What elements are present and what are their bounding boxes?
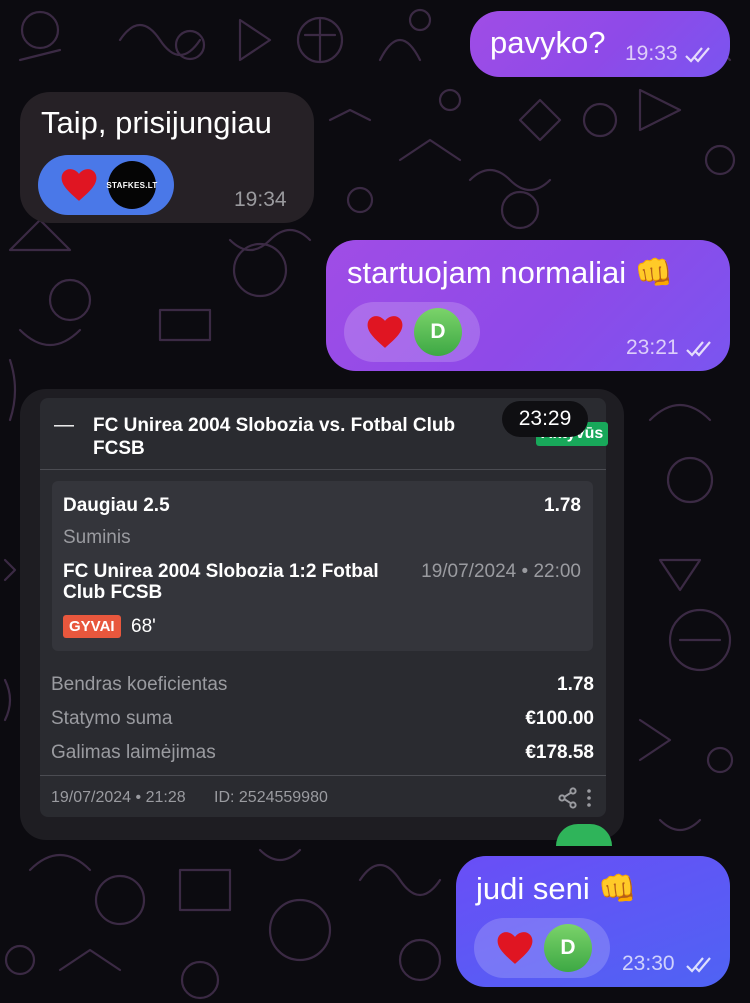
placed-datetime: 19/07/2024 • 21:28 <box>51 789 186 806</box>
stake-value: €100.00 <box>525 708 594 729</box>
event-name-line1: FC Unirea 2004 Slobozia 1:2 Fotbal <box>63 561 379 582</box>
reaction-pill[interactable]: STAFKES.LT <box>38 155 174 215</box>
outgoing-message-2[interactable]: startuojam normaliai 👊 D 23:21 <box>326 240 730 371</box>
total-odds-label: Bendras koeficientas <box>51 674 228 695</box>
outgoing-message-1[interactable]: pavyko? 19:33 <box>470 11 730 77</box>
live-badge: GYVAI <box>63 615 121 638</box>
selection-panel: Daugiau 2.5 1.78 Suminis FC Unirea 2004 … <box>52 481 593 651</box>
heart-reaction-icon <box>61 169 97 201</box>
match-title-line1: FC Unirea 2004 Slobozia vs. Fotbal Club <box>93 415 456 436</box>
potential-win-label: Galimas laimėjimas <box>51 742 216 763</box>
reaction-user-avatar: D <box>544 924 592 972</box>
message-time: 19:33 <box>625 42 678 65</box>
reaction-pill[interactable]: D <box>344 302 480 362</box>
event-datetime: 19/07/2024 • 22:00 <box>421 561 581 582</box>
bet-message-time: 23:29 <box>502 401 588 437</box>
avatar-initial: D <box>560 936 576 959</box>
bet-slip-card: — FC Unirea 2004 Slobozia vs. Fotbal Clu… <box>40 398 609 817</box>
selection-name: Daugiau 2.5 <box>63 495 170 516</box>
event-name-line2: Club FCSB <box>63 582 163 603</box>
incoming-message-1[interactable]: Taip, prisijungiau STAFKES.LT 19:34 <box>20 92 314 223</box>
message-text: judi seni 👊 <box>476 871 637 906</box>
reaction-user-avatar: STAFKES.LT <box>106 161 158 209</box>
collapse-icon[interactable]: — <box>54 414 74 437</box>
divider <box>40 775 606 776</box>
reaction-pill[interactable]: D <box>474 918 610 978</box>
avatar-logo-text: STAFKES.LT <box>106 180 158 190</box>
read-checkmarks-icon <box>685 47 710 63</box>
message-time: 23:30 <box>622 952 675 975</box>
read-checkmarks-icon <box>686 341 711 357</box>
live-minute: 68' <box>131 616 156 637</box>
outgoing-message-3[interactable]: judi seni 👊 D 23:30 <box>456 856 730 987</box>
match-title-line2: FCSB <box>93 438 145 459</box>
market-name: Suminis <box>63 527 131 548</box>
message-text: pavyko? <box>490 25 606 60</box>
reaction-user-avatar: D <box>414 308 462 356</box>
stake-label: Statymo suma <box>51 708 173 729</box>
bet-id: ID: 2524559980 <box>214 789 328 806</box>
potential-win-value: €178.58 <box>525 742 594 763</box>
read-checkmarks-icon <box>686 957 711 973</box>
message-time: 23:21 <box>626 336 679 359</box>
heart-reaction-icon <box>497 932 533 964</box>
more-vertical-icon[interactable] <box>585 788 593 808</box>
message-time: 19:34 <box>234 188 287 211</box>
total-odds-value: 1.78 <box>557 674 594 695</box>
selection-odds: 1.78 <box>544 495 581 516</box>
message-text: startuojam normaliai 👊 <box>347 255 674 290</box>
share-icon[interactable] <box>557 787 579 809</box>
heart-reaction-icon <box>367 316 403 348</box>
avatar-initial: D <box>430 320 446 343</box>
divider <box>40 469 606 470</box>
bet-slip-message[interactable]: — FC Unirea 2004 Slobozia vs. Fotbal Clu… <box>20 389 624 840</box>
message-text: Taip, prisijungiau <box>41 105 272 140</box>
